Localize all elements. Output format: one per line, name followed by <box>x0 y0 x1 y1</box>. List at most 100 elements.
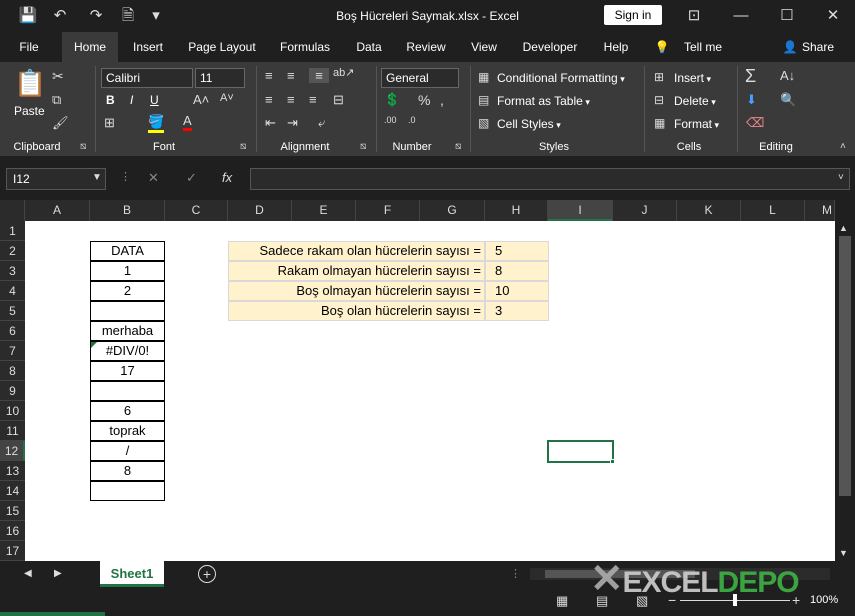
tab-file[interactable]: File <box>10 32 48 62</box>
top-align-icon[interactable]: ≡ <box>265 68 273 83</box>
insert-cells-button[interactable]: Insert ▾ <box>674 71 711 85</box>
font-name-dropdown[interactable]: Calibri <box>101 68 193 88</box>
comma-style-icon[interactable]: , <box>440 92 444 108</box>
tab-home[interactable]: Home <box>62 32 118 62</box>
share-button[interactable]: Share <box>798 32 838 62</box>
data-cell[interactable]: 2 <box>90 281 165 301</box>
column-header[interactable]: C <box>165 200 228 221</box>
data-cell[interactable]: 6 <box>90 401 165 421</box>
find-select-icon[interactable]: 🔍 <box>780 92 796 108</box>
tab-formulas[interactable]: Formulas <box>274 32 336 62</box>
conditional-formatting-button[interactable]: Conditional Formatting ▾ <box>497 71 625 85</box>
tab-page-layout[interactable]: Page Layout <box>183 32 261 62</box>
row-header[interactable]: 17 <box>0 541 25 561</box>
row-header[interactable]: 10 <box>0 401 25 421</box>
summary-label[interactable]: Boş olan hücrelerin sayısı = <box>228 301 485 321</box>
data-cell[interactable]: DATA <box>90 241 165 261</box>
scroll-up-icon[interactable]: ▲ <box>839 223 848 233</box>
select-all-corner[interactable] <box>0 200 25 221</box>
column-header[interactable]: G <box>420 200 485 221</box>
name-box-dropdown-icon[interactable]: ▼ <box>92 172 102 183</box>
horizontal-scroll-thumb[interactable] <box>545 570 695 578</box>
insert-function-icon[interactable]: fx <box>222 170 232 185</box>
data-cell[interactable] <box>90 481 165 501</box>
decrease-font-icon[interactable]: A˅ <box>220 92 234 104</box>
data-cell[interactable] <box>90 381 165 401</box>
enter-icon[interactable]: ✓ <box>186 170 197 186</box>
data-cell[interactable] <box>90 301 165 321</box>
ribbon-display-icon[interactable]: ⊡ <box>684 6 704 26</box>
summary-value[interactable]: 8 <box>485 261 549 281</box>
autosum-icon[interactable]: Σ <box>745 66 756 87</box>
sort-filter-icon[interactable]: A↓ <box>780 68 795 83</box>
column-header[interactable]: I <box>548 200 613 221</box>
bottom-align-icon[interactable]: ≡ <box>309 68 329 83</box>
row-header[interactable]: 16 <box>0 521 25 541</box>
tab-developer[interactable]: Developer <box>517 32 583 62</box>
decrease-decimal-icon[interactable]: .0 <box>408 115 416 125</box>
row-header[interactable]: 4 <box>0 281 25 301</box>
row-header[interactable]: 6 <box>0 321 25 341</box>
tab-help[interactable]: Help <box>596 32 636 62</box>
add-sheet-icon[interactable]: + <box>198 565 216 583</box>
prev-sheet-icon[interactable]: ◀ <box>24 568 32 579</box>
summary-value[interactable]: 5 <box>485 241 549 261</box>
increase-font-icon[interactable]: A˄ <box>193 92 209 107</box>
summary-value[interactable]: 3 <box>485 301 549 321</box>
column-header[interactable]: J <box>613 200 677 221</box>
row-header[interactable]: 15 <box>0 501 25 521</box>
merge-center-icon[interactable]: ⊟ <box>333 92 344 108</box>
column-header[interactable]: F <box>356 200 420 221</box>
formula-input[interactable] <box>250 168 850 190</box>
normal-view-icon[interactable]: ▦ <box>556 593 568 609</box>
decrease-indent-icon[interactable]: ⇤ <box>265 115 276 131</box>
zoom-out-icon[interactable]: − <box>668 592 676 608</box>
cut-icon[interactable]: ✂ <box>52 68 64 85</box>
row-header[interactable]: 7 <box>0 341 25 361</box>
scroll-down-icon[interactable]: ▼ <box>839 548 848 558</box>
redo-icon[interactable]: ↷ <box>86 6 106 26</box>
data-cell[interactable]: merhaba <box>90 321 165 341</box>
print-preview-icon[interactable]: 🗎 <box>118 6 138 26</box>
fill-icon[interactable]: ⬇ <box>746 92 757 108</box>
page-layout-view-icon[interactable]: ▤ <box>596 593 608 609</box>
expand-formula-icon[interactable]: ˅ <box>838 172 844 183</box>
increase-indent-icon[interactable]: ⇥ <box>287 115 298 131</box>
collapse-ribbon-icon[interactable]: ˄ <box>840 141 846 152</box>
data-cell[interactable]: 8 <box>90 461 165 481</box>
tell-me-search[interactable]: Tell me <box>676 32 730 62</box>
row-header[interactable]: 3 <box>0 261 25 281</box>
copy-icon[interactable]: ⧉ <box>52 92 61 108</box>
dialog-launcher-icon[interactable]: ⧅ <box>80 141 86 152</box>
row-header[interactable]: 9 <box>0 381 25 401</box>
cancel-icon[interactable]: ✕ <box>148 170 159 186</box>
column-header[interactable]: B <box>90 200 165 221</box>
middle-align-icon[interactable]: ≡ <box>287 68 295 83</box>
data-cell[interactable]: / <box>90 441 165 461</box>
column-header[interactable]: M <box>805 200 835 221</box>
cell-styles-button[interactable]: Cell Styles ▾ <box>497 117 561 131</box>
center-icon[interactable]: ≡ <box>287 92 295 107</box>
paste-icon[interactable]: 📋 <box>14 68 46 102</box>
format-painter-icon[interactable]: 🖌 <box>52 115 69 131</box>
column-header[interactable]: D <box>228 200 292 221</box>
data-cell[interactable]: toprak <box>90 421 165 441</box>
tab-view[interactable]: View <box>464 32 504 62</box>
data-cell[interactable]: 1 <box>90 261 165 281</box>
zoom-slider-thumb[interactable] <box>733 594 737 606</box>
borders-icon[interactable]: ⊞ <box>104 115 115 131</box>
column-header[interactable]: H <box>485 200 548 221</box>
undo-icon[interactable]: ↶ <box>50 6 70 26</box>
summary-label[interactable]: Rakam olmayan hücrelerin sayısı = <box>228 261 485 281</box>
percent-icon[interactable]: % <box>418 92 430 108</box>
format-cells-button[interactable]: Format ▾ <box>674 117 719 131</box>
maximize-icon[interactable]: ☐ <box>777 6 797 26</box>
next-sheet-icon[interactable]: ▶ <box>54 568 62 579</box>
align-right-icon[interactable]: ≡ <box>309 92 317 107</box>
delete-cells-button[interactable]: Delete ▾ <box>674 94 716 108</box>
dialog-launcher-icon[interactable]: ⧅ <box>360 141 366 152</box>
align-left-icon[interactable]: ≡ <box>265 92 273 107</box>
column-header[interactable]: E <box>292 200 356 221</box>
row-header[interactable]: 5 <box>0 301 25 321</box>
tab-review[interactable]: Review <box>401 32 451 62</box>
